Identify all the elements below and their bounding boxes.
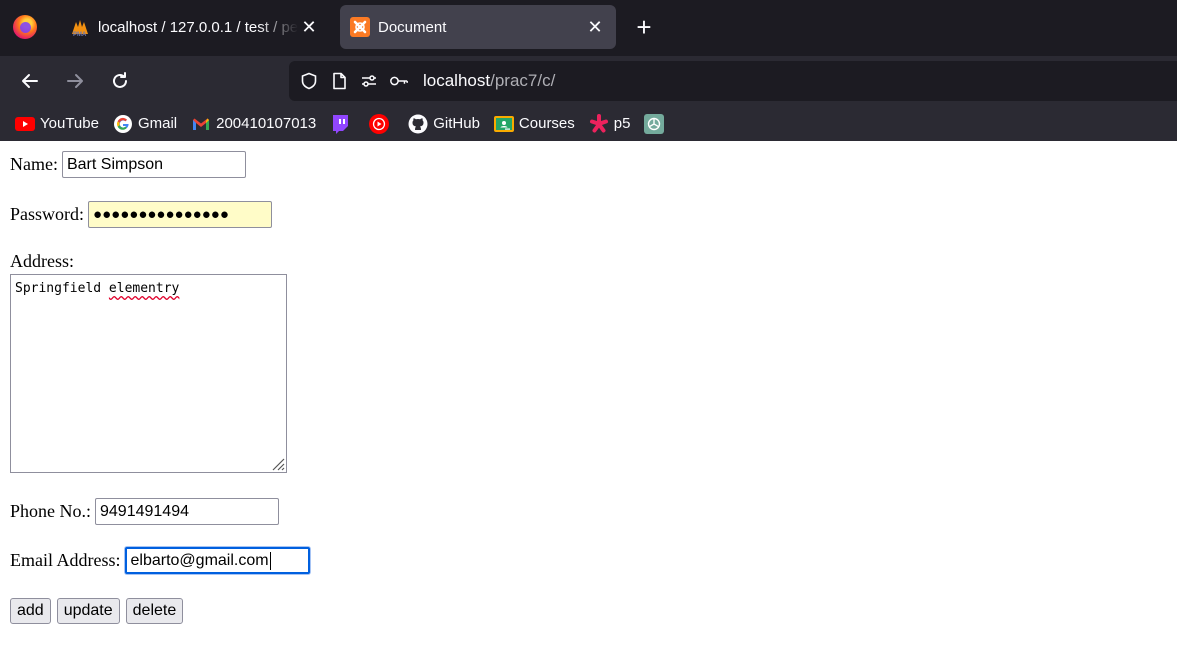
name-input[interactable]: Bart Simpson	[61, 151, 246, 178]
email-row: Email Address: elbarto@gmail.com	[10, 547, 310, 574]
bookmark-label: Gmail	[137, 115, 178, 132]
close-tab-icon[interactable]: ✕	[298, 17, 320, 38]
firefox-menu-icon[interactable]	[13, 15, 37, 39]
bookmark-p5[interactable]: p5	[589, 113, 631, 134]
delete-button[interactable]: delete	[125, 598, 184, 624]
google-icon	[113, 114, 133, 134]
text-caret	[269, 551, 271, 570]
bookmark-label: YouTube	[40, 115, 99, 132]
address-text-word: Springfield	[15, 281, 102, 296]
resize-handle-icon[interactable]	[267, 453, 285, 471]
update-button[interactable]: update	[56, 598, 120, 624]
bookmark-label: GitHub	[433, 115, 480, 132]
add-button[interactable]: add	[10, 598, 51, 624]
page-icon[interactable]	[329, 71, 349, 91]
bookmark-twitch[interactable]	[330, 114, 355, 134]
permissions-icon[interactable]	[359, 71, 379, 91]
phone-label: Phone No.:	[10, 501, 91, 521]
bookmark-gmail[interactable]: Gmail	[113, 114, 177, 134]
action-buttons: add update delete	[10, 598, 189, 624]
email-input[interactable]: elbarto@gmail.com	[124, 547, 310, 574]
password-label: Password:	[10, 204, 85, 224]
bookmark-youtube[interactable]: YouTube	[15, 114, 99, 134]
youtube-icon	[15, 114, 35, 134]
tab-phpmyadmin[interactable]: PMA localhost / 127.0.0.1 / test / pers …	[60, 5, 330, 49]
bookmark-label: 200410107013	[216, 115, 317, 132]
url-text[interactable]: localhost/prac7/c/	[423, 71, 555, 91]
classroom-icon	[493, 114, 514, 134]
svg-text:PMA: PMA	[73, 32, 87, 37]
name-row: Name: Bart Simpson	[10, 151, 246, 178]
xampp-icon	[350, 17, 370, 37]
twitch-icon	[330, 114, 350, 134]
bookmark-200410107013[interactable]: 200410107013	[191, 114, 316, 134]
chatgpt-icon	[644, 113, 665, 134]
name-label: Name:	[10, 154, 58, 174]
email-value: elbarto@gmail.com	[130, 551, 269, 569]
address-textarea[interactable]: Springfield elementry	[10, 274, 287, 473]
shield-icon[interactable]	[299, 71, 319, 91]
navigation-toolbar: localhost/prac7/c/	[0, 56, 1177, 106]
tab-title: Document	[378, 18, 447, 36]
tab-title: localhost / 127.0.0.1 / test / pers	[98, 18, 298, 36]
bookmark-github[interactable]: GitHub	[408, 114, 480, 134]
p5-icon	[589, 113, 609, 134]
address-row: Address:	[10, 251, 78, 272]
password-row: Password: ●●●●●●●●●●●●●●●	[10, 201, 273, 228]
phone-input[interactable]: 9491491494	[95, 498, 279, 525]
close-tab-icon[interactable]: ✕	[584, 17, 606, 38]
back-icon[interactable]	[15, 66, 45, 96]
tab-document[interactable]: Document ✕	[340, 5, 616, 49]
bookmark-courses[interactable]: Courses	[493, 114, 575, 134]
bookmark-chatgpt[interactable]	[644, 113, 669, 134]
phone-row: Phone No.: 9491491494	[10, 498, 279, 525]
forward-icon[interactable]	[60, 66, 90, 96]
gmail-icon	[191, 114, 211, 134]
password-input[interactable]: ●●●●●●●●●●●●●●●	[88, 201, 273, 228]
bookmarks-toolbar: YouTube Gmail 200410107013 GitHub Course…	[0, 106, 1177, 141]
tab-strip: PMA localhost / 127.0.0.1 / test / pers …	[0, 0, 1177, 56]
youtube-music-icon	[369, 113, 390, 134]
key-icon[interactable]	[389, 71, 409, 91]
misspelled-word: elementry	[108, 281, 180, 296]
address-bar[interactable]: localhost/prac7/c/	[289, 61, 1177, 101]
phpmyadmin-icon: PMA	[72, 20, 88, 37]
github-icon	[408, 114, 428, 134]
bookmark-label: p5	[613, 115, 631, 132]
url-path: /prac7/c/	[490, 71, 556, 90]
new-tab-icon[interactable]: +	[632, 14, 656, 42]
reload-icon[interactable]	[105, 66, 135, 96]
url-host: localhost	[423, 71, 491, 90]
page-content: Name: Bart Simpson Password: ●●●●●●●●●●●…	[10, 141, 1170, 661]
bookmark-label: Courses	[518, 115, 575, 132]
address-label: Address:	[10, 251, 74, 271]
email-label: Email Address:	[10, 550, 121, 570]
bookmark-youtube-music[interactable]	[369, 113, 394, 134]
